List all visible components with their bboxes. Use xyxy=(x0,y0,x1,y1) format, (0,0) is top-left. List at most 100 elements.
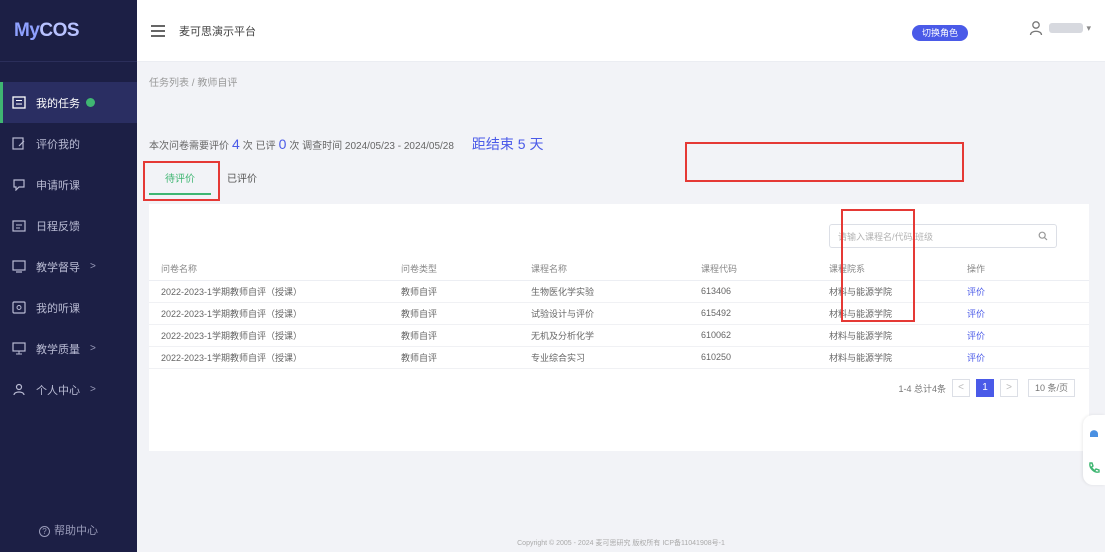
summary-text: 本次问卷需要评价 xyxy=(149,141,229,152)
tab-evaluated[interactable]: 已评价 xyxy=(211,160,273,195)
cell-department: 材料与能源学院 xyxy=(817,324,955,347)
column-header: 操作 xyxy=(955,258,1089,281)
annotation-box-search xyxy=(685,142,964,182)
task-table: 问卷名称 问卷类型 课程名称 课程代码 课程院系 操作 2022-2023-1学… xyxy=(149,258,1089,369)
notification-badge xyxy=(86,98,95,107)
evaluate-link[interactable]: 评价 xyxy=(955,324,1089,347)
evaluate-link[interactable]: 评价 xyxy=(955,280,1089,303)
person-icon xyxy=(12,383,26,396)
sidebar-item-label: 我的任务 xyxy=(36,97,80,110)
sidebar-item-evaluate-me[interactable]: 评价我的 xyxy=(0,123,137,164)
cell-survey-type: 教师自评 xyxy=(389,324,519,347)
pagination: 1-4 总计4条 < 1 > 10 条/页 xyxy=(898,379,1075,397)
platform-title: 麦可思演示平台 xyxy=(179,25,256,38)
cell-course-code: 610250 xyxy=(689,346,817,369)
switch-role-button[interactable]: 切换角色 xyxy=(911,25,968,41)
cell-survey-name: 2022-2023-1学期教师自评（授课） xyxy=(149,280,389,303)
sidebar-nav: 我的任务 评价我的 申请听课 日程反馈 教学督导 > 我的听课 教学质量 > 个… xyxy=(0,82,137,410)
cell-survey-name: 2022-2023-1学期教师自评（授课） xyxy=(149,346,389,369)
task-list-icon xyxy=(12,96,26,109)
table-row: 2022-2023-1学期教师自评（授课） 教师自评 生物医化学实验 61340… xyxy=(149,280,1089,303)
task-panel: 请输入课程名/代码/班级 问卷名称 问卷类型 课程名称 课程代码 课程院系 操作… xyxy=(149,204,1089,451)
table-row: 2022-2023-1学期教师自评（授课） 教师自评 专业综合实习 610250… xyxy=(149,346,1089,369)
cell-survey-type: 教师自评 xyxy=(389,346,519,369)
customer-service-icon[interactable] xyxy=(1087,426,1101,440)
schedule-feedback-icon xyxy=(12,219,26,232)
sidebar-item-label: 申请听课 xyxy=(36,179,80,192)
column-header: 课程代码 xyxy=(689,258,817,281)
summary-text: 次 已评 xyxy=(242,141,276,152)
next-page-button[interactable]: > xyxy=(999,379,1018,397)
sidebar-item-label: 我的听课 xyxy=(36,302,80,315)
evaluate-link[interactable]: 评价 xyxy=(955,346,1089,369)
table-row: 2022-2023-1学期教师自评（授课） 教师自评 试验设计与评价 61549… xyxy=(149,302,1089,325)
cell-department: 材料与能源学院 xyxy=(817,346,955,369)
user-avatar-icon xyxy=(1030,21,1043,36)
column-header: 课程名称 xyxy=(519,258,689,281)
table-header-row: 问卷名称 问卷类型 课程名称 课程代码 课程院系 操作 xyxy=(149,258,1089,281)
supervision-icon xyxy=(12,260,26,273)
floating-toolbar xyxy=(1083,415,1105,485)
cell-course-code: 615492 xyxy=(689,302,817,325)
breadcrumb: 任务列表 / 教师自评 xyxy=(149,78,238,89)
survey-summary: 本次问卷需要评价 4 次 已评 0 次 调查时间 2024/05/23 - 20… xyxy=(149,134,544,154)
cell-course-name: 专业综合实习 xyxy=(519,346,689,369)
cell-survey-type: 教师自评 xyxy=(389,280,519,303)
sidebar-item-label: 教学督导 xyxy=(36,261,80,274)
chevron-down-icon: ▾ xyxy=(1086,22,1091,33)
cell-course-name: 无机及分析化学 xyxy=(519,324,689,347)
cell-survey-name: 2022-2023-1学期教师自评（授课） xyxy=(149,302,389,325)
apply-lecture-icon xyxy=(12,178,26,191)
deadline-countdown: 距结束 5 天 xyxy=(471,136,544,152)
quality-icon xyxy=(12,342,26,355)
help-icon: ? xyxy=(39,526,50,537)
help-center-link[interactable]: ? 帮助中心 xyxy=(0,522,137,538)
sidebar-item-personal-center[interactable]: 个人中心 > xyxy=(0,369,137,410)
chevron-right-icon: > xyxy=(90,261,96,272)
hamburger-menu-icon[interactable] xyxy=(151,24,165,37)
user-name-redacted xyxy=(1049,23,1084,33)
column-header: 问卷类型 xyxy=(389,258,519,281)
evaluate-link[interactable]: 评价 xyxy=(955,302,1089,325)
sidebar: MyCOS 我的任务 评价我的 申请听课 日程反馈 教学督导 > 我的听课 教学… xyxy=(0,0,137,552)
top-header: 麦可思演示平台 切换角色 ▾ xyxy=(137,0,1105,62)
evaluate-me-icon xyxy=(12,137,26,150)
sidebar-item-quality[interactable]: 教学质量 > xyxy=(0,328,137,369)
phone-icon[interactable] xyxy=(1087,461,1101,475)
done-count: 0 xyxy=(278,136,287,152)
table-row: 2022-2023-1学期教师自评（授课） 教师自评 无机及分析化学 61006… xyxy=(149,324,1089,347)
survey-period: 次 调查时间 2024/05/23 - 2024/05/28 xyxy=(289,141,454,152)
pagination-summary: 1-4 总计4条 xyxy=(898,383,946,394)
cell-survey-name: 2022-2023-1学期教师自评（授课） xyxy=(149,324,389,347)
sidebar-item-label: 日程反馈 xyxy=(36,220,80,233)
cell-course-code: 613406 xyxy=(689,280,817,303)
total-count: 4 xyxy=(232,136,240,152)
chevron-right-icon: > xyxy=(90,343,96,354)
sidebar-item-supervision[interactable]: 教学督导 > xyxy=(0,246,137,287)
cell-course-name: 生物医化学实验 xyxy=(519,280,689,303)
user-menu[interactable]: ▾ xyxy=(1029,20,1091,36)
sidebar-item-label: 个人中心 xyxy=(36,384,80,397)
app-logo[interactable]: MyCOS xyxy=(0,0,137,62)
prev-page-button[interactable]: < xyxy=(951,379,970,397)
page-number-button[interactable]: 1 xyxy=(975,379,994,397)
search-icon[interactable] xyxy=(1038,231,1048,241)
sidebar-item-apply-lecture[interactable]: 申请听课 xyxy=(0,164,137,205)
sidebar-item-my-tasks[interactable]: 我的任务 xyxy=(0,82,137,123)
cell-course-name: 试验设计与评价 xyxy=(519,302,689,325)
main-content: 任务列表 / 教师自评 本次问卷需要评价 4 次 已评 0 次 调查时间 202… xyxy=(137,62,1105,552)
cell-course-code: 610062 xyxy=(689,324,817,347)
help-label: 帮助中心 xyxy=(54,525,98,537)
my-lecture-icon xyxy=(12,301,26,314)
copyright-footer: Copyright © 2005 - 2024 麦可思研究 版权所有 ICP备1… xyxy=(517,540,725,547)
sidebar-item-label: 教学质量 xyxy=(36,343,80,356)
sidebar-item-label: 评价我的 xyxy=(36,138,80,151)
chevron-right-icon: > xyxy=(90,384,96,395)
annotation-box-operation xyxy=(841,209,915,322)
cell-survey-type: 教师自评 xyxy=(389,302,519,325)
annotation-box-tab xyxy=(143,161,220,201)
column-header: 问卷名称 xyxy=(149,258,389,281)
sidebar-item-schedule-feedback[interactable]: 日程反馈 xyxy=(0,205,137,246)
sidebar-item-my-lecture[interactable]: 我的听课 xyxy=(0,287,137,328)
page-size-select[interactable]: 10 条/页 xyxy=(1027,379,1075,397)
